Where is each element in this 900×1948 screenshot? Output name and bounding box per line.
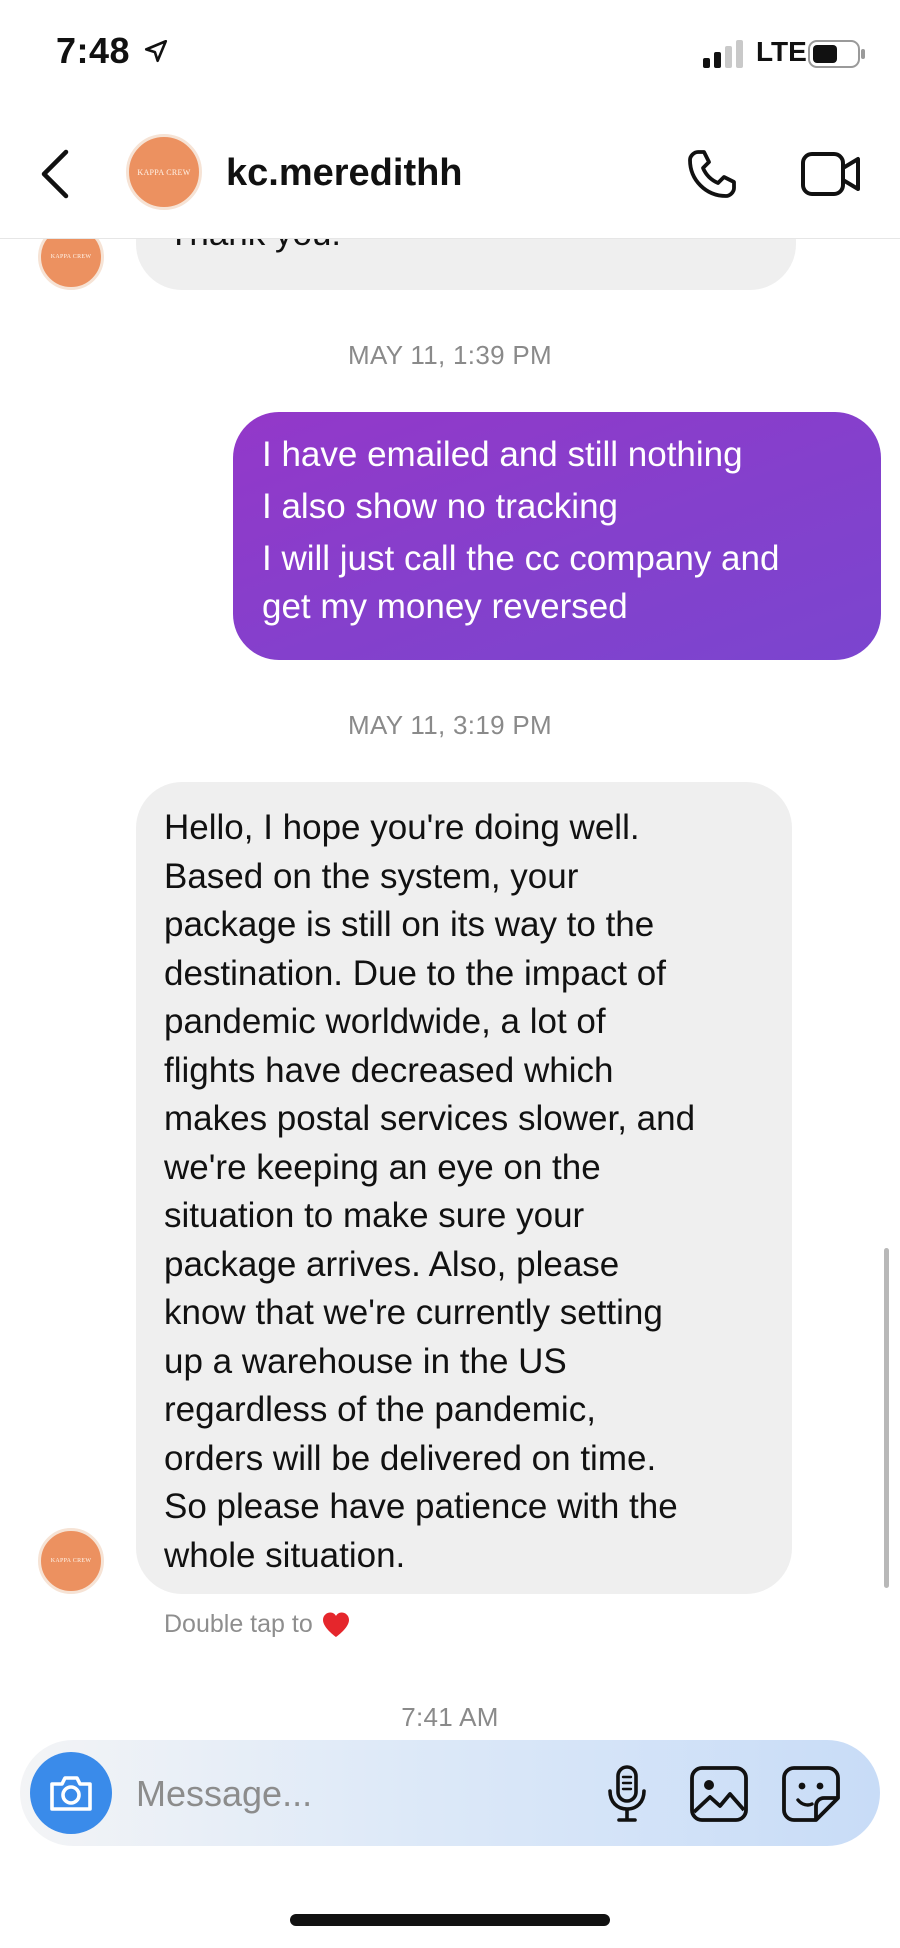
sticker-icon[interactable] [780, 1764, 842, 1824]
avatar-logo-text: KAPPA CREW [137, 167, 191, 177]
message-text-line: I have emailed and still nothing [262, 435, 743, 474]
home-indicator[interactable] [290, 1914, 610, 1926]
message-thread[interactable]: KAPPA CREW Thank you! MAY 11, 1:39 PM I … [0, 238, 900, 1740]
message-text-line: So please have patience with the [164, 1487, 678, 1526]
message-input[interactable] [134, 1766, 578, 1822]
message-text-line: I also show no tracking [262, 487, 619, 526]
message-text-line: Based on the system, your [164, 856, 579, 896]
message-text-line: whole situation. [164, 1535, 406, 1575]
chat-username[interactable]: kc.meredithh [226, 152, 463, 195]
video-camera-icon[interactable] [800, 146, 862, 202]
message-text-line: know that we're currently setting [164, 1293, 663, 1332]
message-text-line: flights have decreased which [164, 1050, 614, 1090]
message-timestamp: MAY 11, 1:39 PM [348, 340, 552, 370]
message-bubble-incoming[interactable]: Thank you! [136, 238, 796, 290]
avatar-logo-text: KAPPA CREW [50, 254, 92, 260]
message-timestamp: 7:41 AM [401, 1702, 499, 1732]
chat-header: KAPPA CREW kc.meredithh [0, 110, 900, 239]
heart-icon [322, 1612, 349, 1637]
double-tap-hint: Double tap to [164, 1610, 351, 1639]
camera-icon [50, 1776, 92, 1811]
avatar[interactable]: KAPPA CREW [38, 238, 104, 290]
message-text-line: pandemic worldwide, a lot of [164, 1002, 606, 1041]
message-bubble-outgoing[interactable]: I have emailed and still nothing I also … [233, 412, 881, 660]
message-text: Thank you! [168, 238, 341, 253]
battery-icon [808, 40, 865, 68]
back-chevron-icon[interactable] [36, 146, 76, 202]
message-timestamp: MAY 11, 3:19 PM [348, 710, 552, 740]
message-text-line: situation to make sure your [164, 1196, 585, 1235]
message-text-line: get my money reversed [262, 587, 628, 626]
message-text-line: package arrives. Also, please [164, 1244, 620, 1284]
message-text-line: package is still on its way to the [164, 905, 655, 944]
gallery-icon[interactable] [688, 1764, 750, 1824]
microphone-icon[interactable] [604, 1764, 650, 1824]
message-text-line: we're keeping an eye on the [164, 1147, 601, 1187]
message-text-line: makes postal services slower, and [164, 1099, 696, 1138]
avatar[interactable]: KAPPA CREW [38, 1528, 104, 1594]
camera-button[interactable] [30, 1752, 112, 1834]
message-text-line: Hello, I hope you're doing well. [164, 808, 640, 847]
message-text-line: orders will be delivered on time. [164, 1438, 657, 1478]
message-text-line: up a warehouse in the US [164, 1341, 567, 1381]
network-label: LTE [756, 36, 807, 67]
message-text-line: regardless of the pandemic, [164, 1390, 596, 1429]
scrollbar[interactable] [884, 1248, 889, 1588]
message-composer [20, 1740, 880, 1846]
avatar-logo-text: KAPPA CREW [50, 1558, 92, 1564]
phone-icon[interactable] [684, 146, 740, 202]
message-text-line: destination. Due to the impact of [164, 953, 666, 993]
message-bubble-incoming[interactable]: Hello, I hope you're doing well. Based o… [136, 782, 792, 1594]
message-text-line: I will just call the cc company and [262, 539, 780, 578]
status-time: 7:48 [56, 30, 131, 71]
location-arrow-icon [144, 39, 168, 63]
hint-text: Double tap to [164, 1610, 313, 1638]
status-bar: 7:48 LTE [0, 0, 900, 110]
signal-icon [703, 40, 743, 68]
avatar[interactable]: KAPPA CREW [126, 134, 202, 210]
